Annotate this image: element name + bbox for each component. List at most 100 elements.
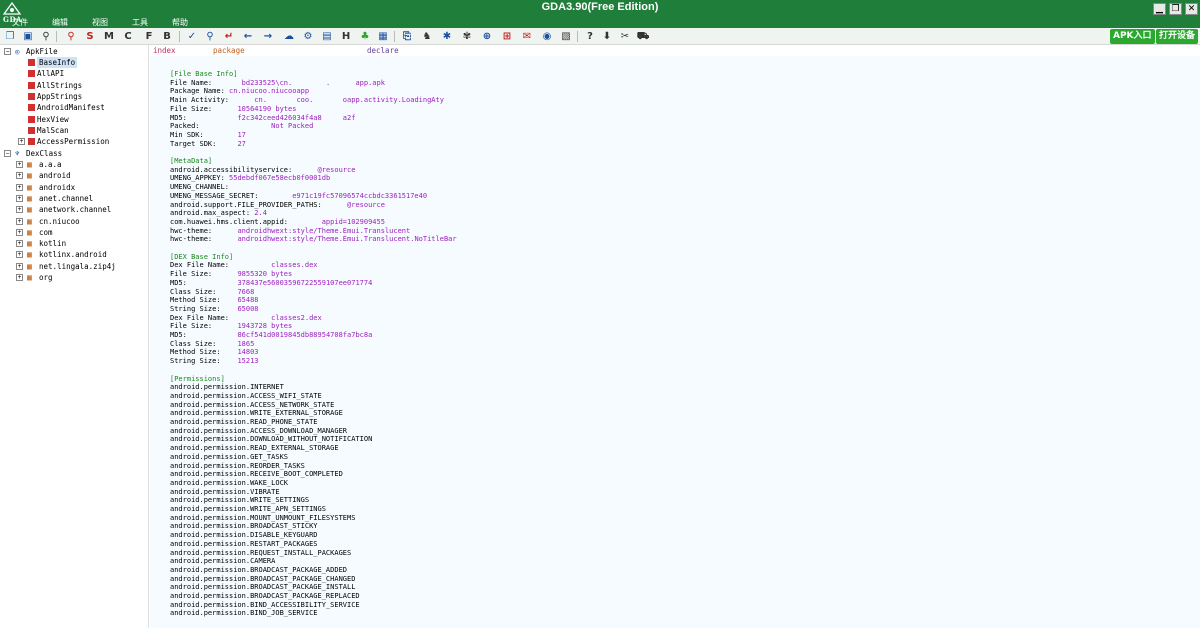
mail-icon[interactable]: ✉ bbox=[520, 30, 534, 43]
android-icon[interactable]: ♞ bbox=[420, 30, 434, 43]
expand-icon[interactable]: + bbox=[16, 183, 23, 191]
expand-icon[interactable]: + bbox=[16, 161, 23, 168]
toolbar-m-button[interactable]: M bbox=[102, 30, 116, 43]
expand-icon[interactable]: + bbox=[16, 251, 23, 259]
collapse-icon[interactable]: − bbox=[4, 48, 11, 55]
decompile-icon[interactable]: ⚙ bbox=[301, 30, 315, 43]
expand-icon[interactable]: + bbox=[16, 172, 23, 180]
malware-icon[interactable]: ✱ bbox=[440, 30, 454, 43]
expand-icon[interactable]: + bbox=[16, 262, 23, 270]
permission-line: android.permission.DISABLE_KEYGUARD bbox=[170, 531, 318, 540]
toolbar-s-button[interactable]: S bbox=[83, 30, 97, 43]
tree-package-item[interactable]: + ▦ kotlin bbox=[16, 238, 136, 249]
toolbar-b-button[interactable]: B bbox=[160, 30, 174, 43]
save-icon[interactable]: ▣ bbox=[21, 30, 35, 43]
tree-package-item[interactable]: + ▦ kotlinx.android bbox=[16, 249, 136, 260]
tree-root-dexclass[interactable]: − ♆ DexClass bbox=[4, 148, 84, 159]
package-icon: ▦ bbox=[27, 273, 32, 282]
restore-button[interactable]: ❐ bbox=[1169, 3, 1182, 15]
help-icon[interactable]: ? bbox=[583, 30, 597, 43]
menu-view[interactable]: 视图 bbox=[92, 17, 108, 28]
tree-package-item[interactable]: + ▦ androidx bbox=[16, 182, 136, 193]
package-icon: ▦ bbox=[27, 205, 32, 215]
tree-package-item[interactable]: + ▦ com bbox=[16, 227, 136, 238]
info-value: @resource bbox=[347, 200, 385, 209]
toolbar-c-button[interactable]: C bbox=[121, 30, 135, 43]
info-key: String Size: bbox=[170, 304, 238, 313]
tree-item-allapi[interactable]: AllAPI bbox=[28, 68, 138, 79]
network-icon[interactable]: ⊞ bbox=[500, 30, 514, 43]
download-icon[interactable]: ⬇ bbox=[600, 30, 614, 43]
script-icon[interactable]: ⎘ bbox=[400, 30, 414, 43]
expand-icon[interactable]: + bbox=[16, 228, 23, 236]
tree-label: AndroidManifest bbox=[37, 103, 105, 113]
tree-package-item[interactable]: + ▦ anet.channel bbox=[16, 193, 136, 204]
collapse-icon[interactable]: − bbox=[4, 150, 11, 157]
info-line: Method Size: 65488 bbox=[170, 296, 259, 305]
menu-file[interactable]: 文件 bbox=[12, 17, 28, 28]
toolbar: ❐ ▣ ⚲ ⚲ S M C F B ✓ ⚲ ↵ ← → ☁ ⚙ ▤ H ♣ ▦ … bbox=[0, 28, 1200, 45]
tree-item-malscan[interactable]: MalScan bbox=[28, 125, 138, 136]
info-value: androidhwext:style/Theme.Emui.Translucen… bbox=[237, 226, 411, 235]
tree-root-apkfile[interactable]: − ◎ ApkFile bbox=[4, 46, 84, 57]
tree-item-androidmanifest[interactable]: AndroidManifest bbox=[28, 102, 138, 113]
h-icon[interactable]: H bbox=[339, 30, 353, 43]
tree-package-item[interactable]: + ▦ org bbox=[16, 272, 136, 283]
permission-line: android.permission.RESTART_PACKAGES bbox=[170, 539, 318, 548]
column-declare[interactable]: declare bbox=[367, 45, 399, 56]
section-header: [MetaData] bbox=[170, 157, 213, 165]
cloud-icon[interactable]: ☁ bbox=[282, 30, 296, 43]
info-value: 9855320 bytes bbox=[237, 270, 293, 279]
bookmark-icon[interactable]: ▤ bbox=[320, 30, 334, 43]
back-arrow-icon[interactable]: ← bbox=[241, 30, 255, 43]
tree-package-item[interactable]: + ▦ net.lingala.zip4j bbox=[16, 261, 136, 272]
tree-package-item[interactable]: + ▦ anetwork.channel bbox=[16, 204, 136, 215]
info-key: UMENG_CHANNEL: bbox=[170, 183, 238, 192]
goto-icon[interactable]: ↵ bbox=[222, 30, 236, 43]
info-line: Package Name: cn.niucoo.niucooapp bbox=[170, 87, 309, 96]
tree-package-item[interactable]: + ▦ cn.niucoo bbox=[16, 216, 136, 227]
info-line: Method Size: 14803 bbox=[170, 348, 259, 357]
tree-package-item[interactable]: + ▦ a.a.a bbox=[16, 159, 136, 170]
info-key: android.accessibilityservice: bbox=[170, 165, 318, 174]
permission-line: android.permission.READ_PHONE_STATE bbox=[170, 418, 318, 426]
tree-item-allstrings[interactable]: AllStrings bbox=[28, 80, 138, 91]
expand-icon[interactable]: + bbox=[16, 194, 23, 202]
close-button[interactable]: ✕ bbox=[1185, 3, 1198, 15]
text-icon[interactable]: ▧ bbox=[559, 30, 573, 43]
toolbar-f-button[interactable]: F bbox=[142, 30, 156, 43]
expand-icon[interactable]: + bbox=[16, 274, 23, 281]
xref-icon[interactable]: ⚲ bbox=[203, 30, 217, 43]
grid-icon[interactable]: ▦ bbox=[376, 30, 390, 43]
column-package[interactable]: package bbox=[213, 45, 245, 56]
tree-item-appstrings[interactable]: AppStrings bbox=[28, 91, 138, 102]
tree-item-accesspermission[interactable]: + AccessPermission bbox=[18, 136, 138, 147]
column-index[interactable]: index bbox=[153, 45, 176, 56]
target-icon[interactable]: ⊕ bbox=[480, 30, 494, 43]
menu-tools[interactable]: 工具 bbox=[132, 17, 148, 28]
bug-icon[interactable]: ✾ bbox=[460, 30, 474, 43]
expand-icon[interactable]: + bbox=[16, 240, 23, 248]
eye-icon[interactable]: ◉ bbox=[540, 30, 554, 43]
open-device-button[interactable]: 打开设备 bbox=[1156, 29, 1199, 44]
cart-icon[interactable]: ⛟ bbox=[636, 30, 650, 43]
tree-item-baseinfo[interactable]: BaseInfo bbox=[28, 57, 138, 68]
expand-icon[interactable]: + bbox=[18, 138, 25, 146]
tools-icon[interactable]: ✂ bbox=[618, 30, 632, 43]
tree-item-hexview[interactable]: HexView bbox=[28, 114, 138, 125]
menu-help[interactable]: 帮助 bbox=[172, 17, 188, 28]
dump-icon[interactable]: ⚲ bbox=[39, 30, 53, 43]
tree-icon[interactable]: ♣ bbox=[358, 30, 372, 43]
tree-package-item[interactable]: + ▦ android bbox=[16, 170, 136, 181]
open-book-icon[interactable]: ❐ bbox=[3, 30, 17, 43]
info-line: File Size: 10564190 bytes bbox=[170, 105, 296, 114]
minimize-button[interactable]: ▁ bbox=[1153, 3, 1166, 15]
menu-edit[interactable]: 编辑 bbox=[52, 17, 68, 28]
expand-icon[interactable]: + bbox=[16, 206, 23, 214]
apk-entry-button[interactable]: APK入口 bbox=[1110, 29, 1155, 44]
check-icon[interactable]: ✓ bbox=[185, 30, 199, 43]
package-icon: ▦ bbox=[27, 182, 32, 192]
search-icon[interactable]: ⚲ bbox=[64, 30, 78, 43]
expand-icon[interactable]: + bbox=[16, 217, 23, 225]
forward-arrow-icon[interactable]: → bbox=[261, 30, 275, 43]
